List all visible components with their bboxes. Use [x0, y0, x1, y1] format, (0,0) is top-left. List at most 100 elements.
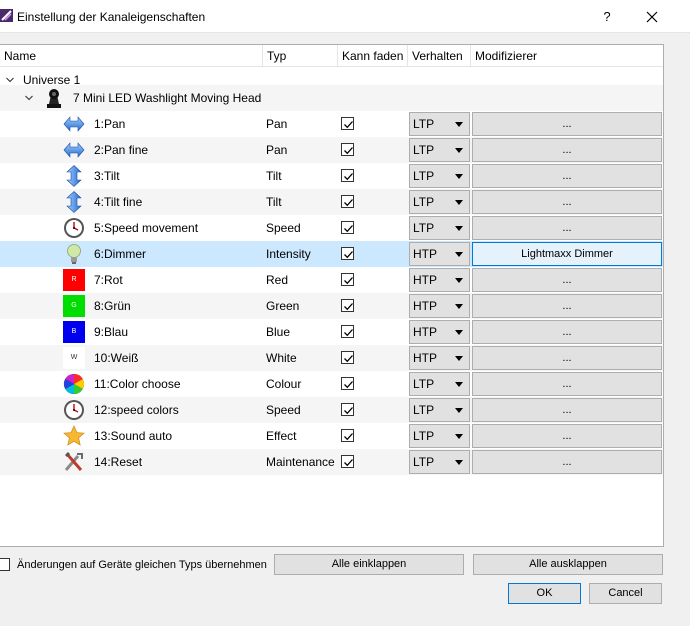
behavior-value: LTP	[413, 169, 435, 183]
channel-type: Speed	[266, 221, 301, 235]
collapse-all-button[interactable]: Alle einklappen	[274, 554, 464, 575]
check-mark-icon	[344, 381, 353, 389]
channel-type: White	[266, 351, 297, 365]
channel-row[interactable]: 11:Color choose Colour LTP...	[0, 371, 663, 397]
channel-tree[interactable]: Name Typ Kann faden Verhalten Modifizier…	[0, 44, 664, 547]
column-header-behavior[interactable]: Verhalten	[408, 45, 471, 67]
channel-row[interactable]: 6:Dimmer Intensity HTP Lightmaxx Dimmer	[0, 241, 663, 267]
behavior-dropdown[interactable]: HTP	[409, 346, 470, 370]
behavior-dropdown[interactable]: LTP	[409, 398, 470, 422]
check-mark-icon	[344, 277, 353, 285]
channel-type: Green	[266, 299, 300, 313]
dropdown-arrow-icon	[455, 408, 463, 413]
check-mark-icon	[344, 355, 353, 363]
behavior-dropdown[interactable]: HTP	[409, 320, 470, 344]
dropdown-arrow-icon	[455, 200, 463, 205]
chevron-down-icon[interactable]	[25, 94, 33, 102]
modifier-button[interactable]: ...	[472, 268, 662, 292]
dropdown-arrow-icon	[455, 226, 463, 231]
channel-row[interactable]: 12:speed colors Speed LTP...	[0, 397, 663, 423]
behavior-dropdown[interactable]: LTP	[409, 112, 470, 136]
behavior-value: HTP	[413, 247, 437, 261]
modifier-button[interactable]: ...	[472, 372, 662, 396]
ok-button[interactable]: OK	[508, 583, 581, 604]
can-fade-checkbox[interactable]	[341, 247, 354, 260]
can-fade-checkbox[interactable]	[341, 429, 354, 442]
channel-name: 3:Tilt	[94, 169, 120, 183]
behavior-dropdown[interactable]: LTP	[409, 138, 470, 162]
channel-row[interactable]: R 7:Rot Red HTP...	[0, 267, 663, 293]
behavior-dropdown[interactable]: LTP	[409, 450, 470, 474]
channel-name: 6:Dimmer	[94, 247, 147, 261]
can-fade-checkbox[interactable]	[341, 325, 354, 338]
column-header-type[interactable]: Typ	[263, 45, 338, 67]
channel-row[interactable]: 2:Pan fine Pan LTP...	[0, 137, 663, 163]
check-mark-icon	[344, 459, 353, 467]
modifier-button[interactable]: ...	[472, 450, 662, 474]
modifier-button[interactable]: ...	[472, 294, 662, 318]
channel-row[interactable]: 13:Sound auto Effect LTP...	[0, 423, 663, 449]
red-color-icon: R	[63, 269, 85, 291]
channel-type: Blue	[266, 325, 291, 339]
behavior-dropdown[interactable]: LTP	[409, 424, 470, 448]
can-fade-checkbox[interactable]	[341, 221, 354, 234]
channel-row[interactable]: 14:Reset Maintenance LTP...	[0, 449, 663, 475]
modifier-button[interactable]: ...	[472, 216, 662, 240]
channel-row[interactable]: W 10:Weiß White HTP...	[0, 345, 663, 371]
behavior-value: LTP	[413, 429, 435, 443]
behavior-value: LTP	[413, 403, 435, 417]
moving-head-icon	[47, 89, 61, 108]
modifier-button[interactable]: ...	[472, 190, 662, 214]
behavior-dropdown[interactable]: HTP	[409, 242, 470, 266]
can-fade-checkbox[interactable]	[341, 195, 354, 208]
modifier-button[interactable]: ...	[472, 398, 662, 422]
channel-row[interactable]: G 8:Grün Green HTP...	[0, 293, 663, 319]
channel-name: 9:Blau	[94, 325, 129, 339]
expand-all-button[interactable]: Alle ausklappen	[473, 554, 663, 575]
chevron-down-icon[interactable]	[6, 76, 14, 84]
help-button[interactable]: ?	[596, 7, 618, 27]
can-fade-checkbox[interactable]	[341, 299, 354, 312]
can-fade-checkbox[interactable]	[341, 377, 354, 390]
title-bar: Einstellung der Kanaleigenschaften ?	[0, 0, 690, 33]
behavior-dropdown[interactable]: LTP	[409, 190, 470, 214]
modifier-button[interactable]: ...	[472, 112, 662, 136]
modifier-button[interactable]: ...	[472, 164, 662, 188]
channel-row[interactable]: 1:Pan Pan LTP...	[0, 111, 663, 137]
behavior-dropdown[interactable]: LTP	[409, 372, 470, 396]
fixture-label: 7 Mini LED Washlight Moving Head	[73, 91, 262, 105]
can-fade-checkbox[interactable]	[341, 117, 354, 130]
can-fade-checkbox[interactable]	[341, 273, 354, 286]
can-fade-checkbox[interactable]	[341, 351, 354, 364]
behavior-dropdown[interactable]: LTP	[409, 164, 470, 188]
modifier-button[interactable]: ...	[472, 346, 662, 370]
behavior-dropdown[interactable]: LTP	[409, 216, 470, 240]
can-fade-checkbox[interactable]	[341, 455, 354, 468]
modifier-button[interactable]: ...	[472, 138, 662, 162]
close-icon[interactable]	[640, 6, 664, 28]
tree-header: Name Typ Kann faden Verhalten Modifizier…	[0, 45, 663, 67]
channel-row[interactable]: 3:Tilt Tilt LTP...	[0, 163, 663, 189]
column-header-name[interactable]: Name	[0, 45, 263, 67]
can-fade-checkbox[interactable]	[341, 403, 354, 416]
channel-type: Effect	[266, 429, 297, 443]
dropdown-arrow-icon	[455, 460, 463, 465]
behavior-dropdown[interactable]: HTP	[409, 268, 470, 292]
cancel-button[interactable]: Cancel	[589, 583, 662, 604]
fixture-row[interactable]: 7 Mini LED Washlight Moving Head	[0, 85, 663, 111]
check-mark-icon	[344, 303, 353, 311]
color-wheel-icon	[63, 373, 85, 395]
apply-same-type-checkbox[interactable]	[0, 558, 10, 571]
channel-row[interactable]: B 9:Blau Blue HTP...	[0, 319, 663, 345]
modifier-button[interactable]: Lightmaxx Dimmer	[472, 242, 662, 266]
channel-row[interactable]: 5:Speed movement Speed LTP...	[0, 215, 663, 241]
column-header-fade[interactable]: Kann faden	[338, 45, 408, 67]
modifier-button[interactable]: ...	[472, 424, 662, 448]
dropdown-arrow-icon	[455, 174, 463, 179]
column-header-modifier[interactable]: Modifizierer	[471, 45, 663, 67]
can-fade-checkbox[interactable]	[341, 169, 354, 182]
behavior-dropdown[interactable]: HTP	[409, 294, 470, 318]
channel-row[interactable]: 4:Tilt fine Tilt LTP...	[0, 189, 663, 215]
can-fade-checkbox[interactable]	[341, 143, 354, 156]
modifier-button[interactable]: ...	[472, 320, 662, 344]
